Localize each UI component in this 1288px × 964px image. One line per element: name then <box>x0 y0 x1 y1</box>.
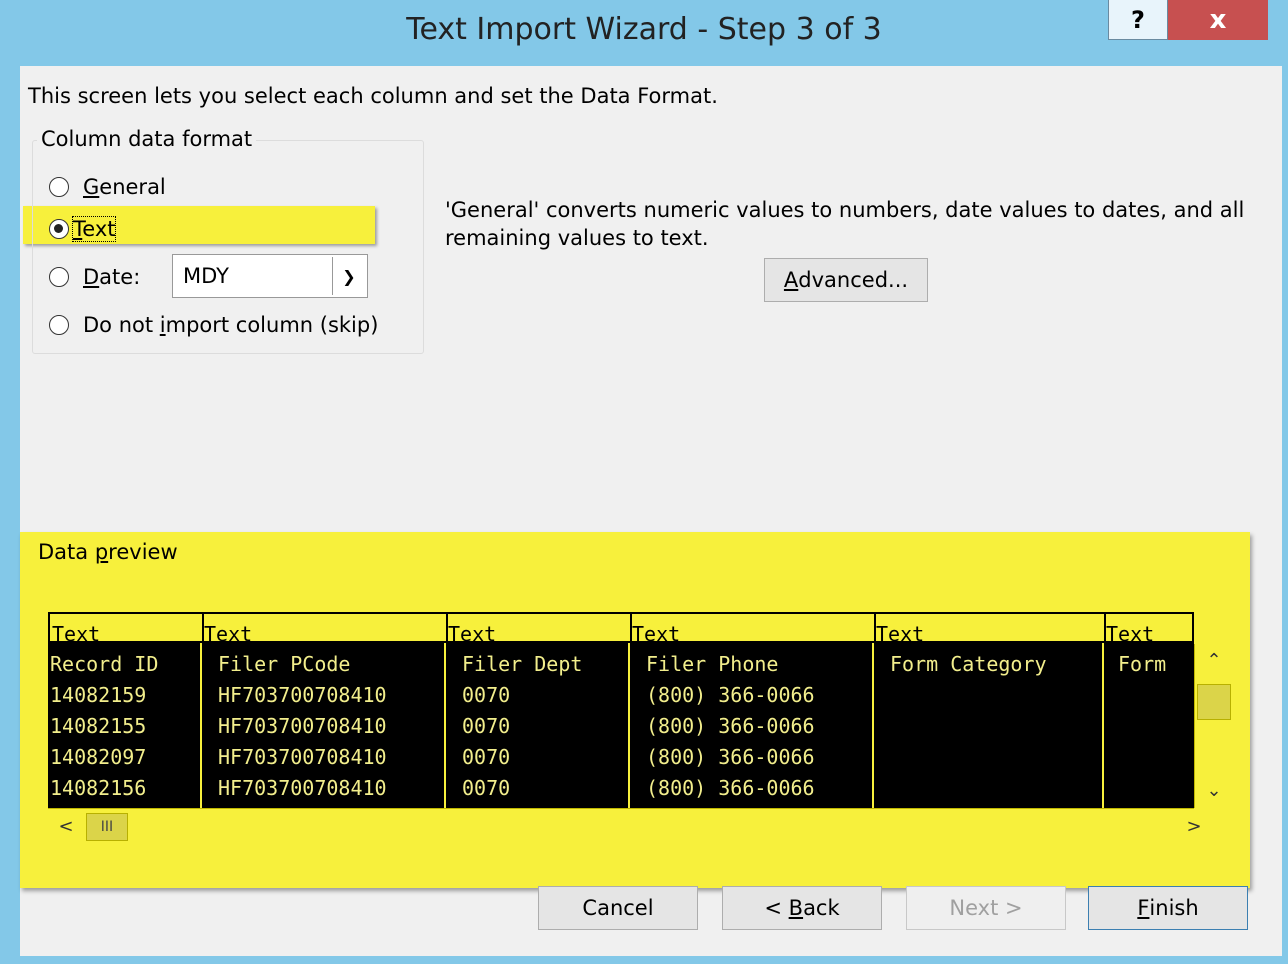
text-import-wizard-window: Text Import Wizard - Step 3 of 3 ? x Thi… <box>0 0 1288 964</box>
table-cell: (800) 366-0066 <box>646 745 815 769</box>
radio-date-label: Date: <box>83 265 141 289</box>
date-format-value: MDY <box>183 264 229 288</box>
radio-general-circle[interactable] <box>49 177 69 197</box>
table-cell: (800) 366-0066 <box>646 683 815 707</box>
column-format-header[interactable]: Text Text Text Text Text Text <box>48 612 1194 646</box>
vertical-scrollbar[interactable]: ⌃ ⌄ <box>1194 644 1233 808</box>
format-description: 'General' converts numeric values to num… <box>445 198 1245 250</box>
chevron-right-icon[interactable]: > <box>1176 810 1212 842</box>
radio-date-circle[interactable] <box>49 267 69 287</box>
data-preview-legend: Data preview <box>38 540 178 564</box>
radio-skip[interactable]: Do not import column (skip) <box>49 313 378 337</box>
radio-date[interactable]: Date: <box>49 265 140 289</box>
cancel-button[interactable]: Cancel <box>538 886 698 930</box>
column-format-label[interactable]: Text <box>448 622 496 646</box>
horizontal-scrollbar[interactable]: < III > <box>48 808 1202 843</box>
radio-general[interactable]: General <box>49 175 166 199</box>
table-cell: HF703700708410 <box>218 776 387 800</box>
column-data-format-group: Column data format General Text Date: Do… <box>32 127 424 354</box>
advanced-button[interactable]: Advanced... <box>764 258 928 302</box>
column-format-label[interactable]: Text <box>52 622 100 646</box>
table-cell: Form <box>1118 652 1167 676</box>
date-format-select[interactable]: MDY ❯ <box>172 254 368 298</box>
table-cell: Record ID <box>50 652 159 676</box>
table-cell: 14082159 <box>50 683 147 707</box>
back-button[interactable]: < Back <box>722 886 882 930</box>
table-cell: Filer Phone <box>646 652 779 676</box>
table-cell: 0070 <box>462 776 511 800</box>
table-cell: 0070 <box>462 745 511 769</box>
column-divider <box>202 614 204 645</box>
chevron-left-icon[interactable]: < <box>48 810 84 842</box>
column-format-label[interactable]: Text <box>632 622 680 646</box>
vertical-scroll-thumb[interactable] <box>1197 684 1231 720</box>
table-cell: 14082155 <box>50 714 147 738</box>
dialog-body: This screen lets you select each column … <box>20 66 1282 956</box>
column-divider <box>874 614 876 645</box>
column-divider <box>1102 643 1104 808</box>
intro-text: This screen lets you select each column … <box>28 84 718 108</box>
column-format-label[interactable]: Text <box>204 622 252 646</box>
radio-text-label: Text <box>71 216 117 242</box>
chevron-down-icon[interactable]: ⌄ <box>1196 774 1232 806</box>
chevron-down-icon[interactable]: ❯ <box>332 257 365 295</box>
column-divider <box>444 643 446 808</box>
table-cell: 14082156 <box>50 776 147 800</box>
table-cell: Form Category <box>890 652 1047 676</box>
column-format-label[interactable]: Text <box>876 622 924 646</box>
close-button[interactable]: x <box>1168 0 1268 40</box>
table-cell: 14082097 <box>50 745 147 769</box>
finish-button[interactable]: Finish <box>1088 886 1248 930</box>
window-title: Text Import Wizard - Step 3 of 3 <box>406 12 882 47</box>
chevron-up-icon[interactable]: ⌃ <box>1196 644 1232 676</box>
table-cell: (800) 366-0066 <box>646 776 815 800</box>
table-cell: Filer PCode <box>218 652 351 676</box>
radio-general-label: General <box>83 175 166 199</box>
column-divider <box>200 643 202 808</box>
radio-text[interactable]: Text <box>49 216 117 242</box>
table-cell: Filer Dept <box>462 652 583 676</box>
table-cell: HF703700708410 <box>218 714 387 738</box>
column-divider <box>630 614 632 645</box>
column-divider <box>872 643 874 808</box>
table-cell: 0070 <box>462 714 511 738</box>
table-cell: HF703700708410 <box>218 745 387 769</box>
column-divider <box>446 614 448 645</box>
next-button[interactable]: Next > <box>906 886 1066 930</box>
radio-skip-label: Do not import column (skip) <box>83 313 379 337</box>
table-cell: HF703700708410 <box>218 683 387 707</box>
radio-skip-circle[interactable] <box>49 315 69 335</box>
data-preview-grid[interactable]: Text Text Text Text Text Text Record ID … <box>48 612 1194 808</box>
help-button[interactable]: ? <box>1108 0 1168 40</box>
column-divider <box>628 643 630 808</box>
table-cell: 0070 <box>462 683 511 707</box>
title-bar: Text Import Wizard - Step 3 of 3 ? x <box>0 0 1288 64</box>
table-cell: (800) 366-0066 <box>646 714 815 738</box>
horizontal-scroll-thumb[interactable]: III <box>86 813 128 841</box>
column-divider <box>1104 614 1106 645</box>
radio-text-circle[interactable] <box>49 219 69 239</box>
column-data-format-legend: Column data format <box>37 127 257 151</box>
column-format-label[interactable]: Text <box>1106 622 1154 646</box>
